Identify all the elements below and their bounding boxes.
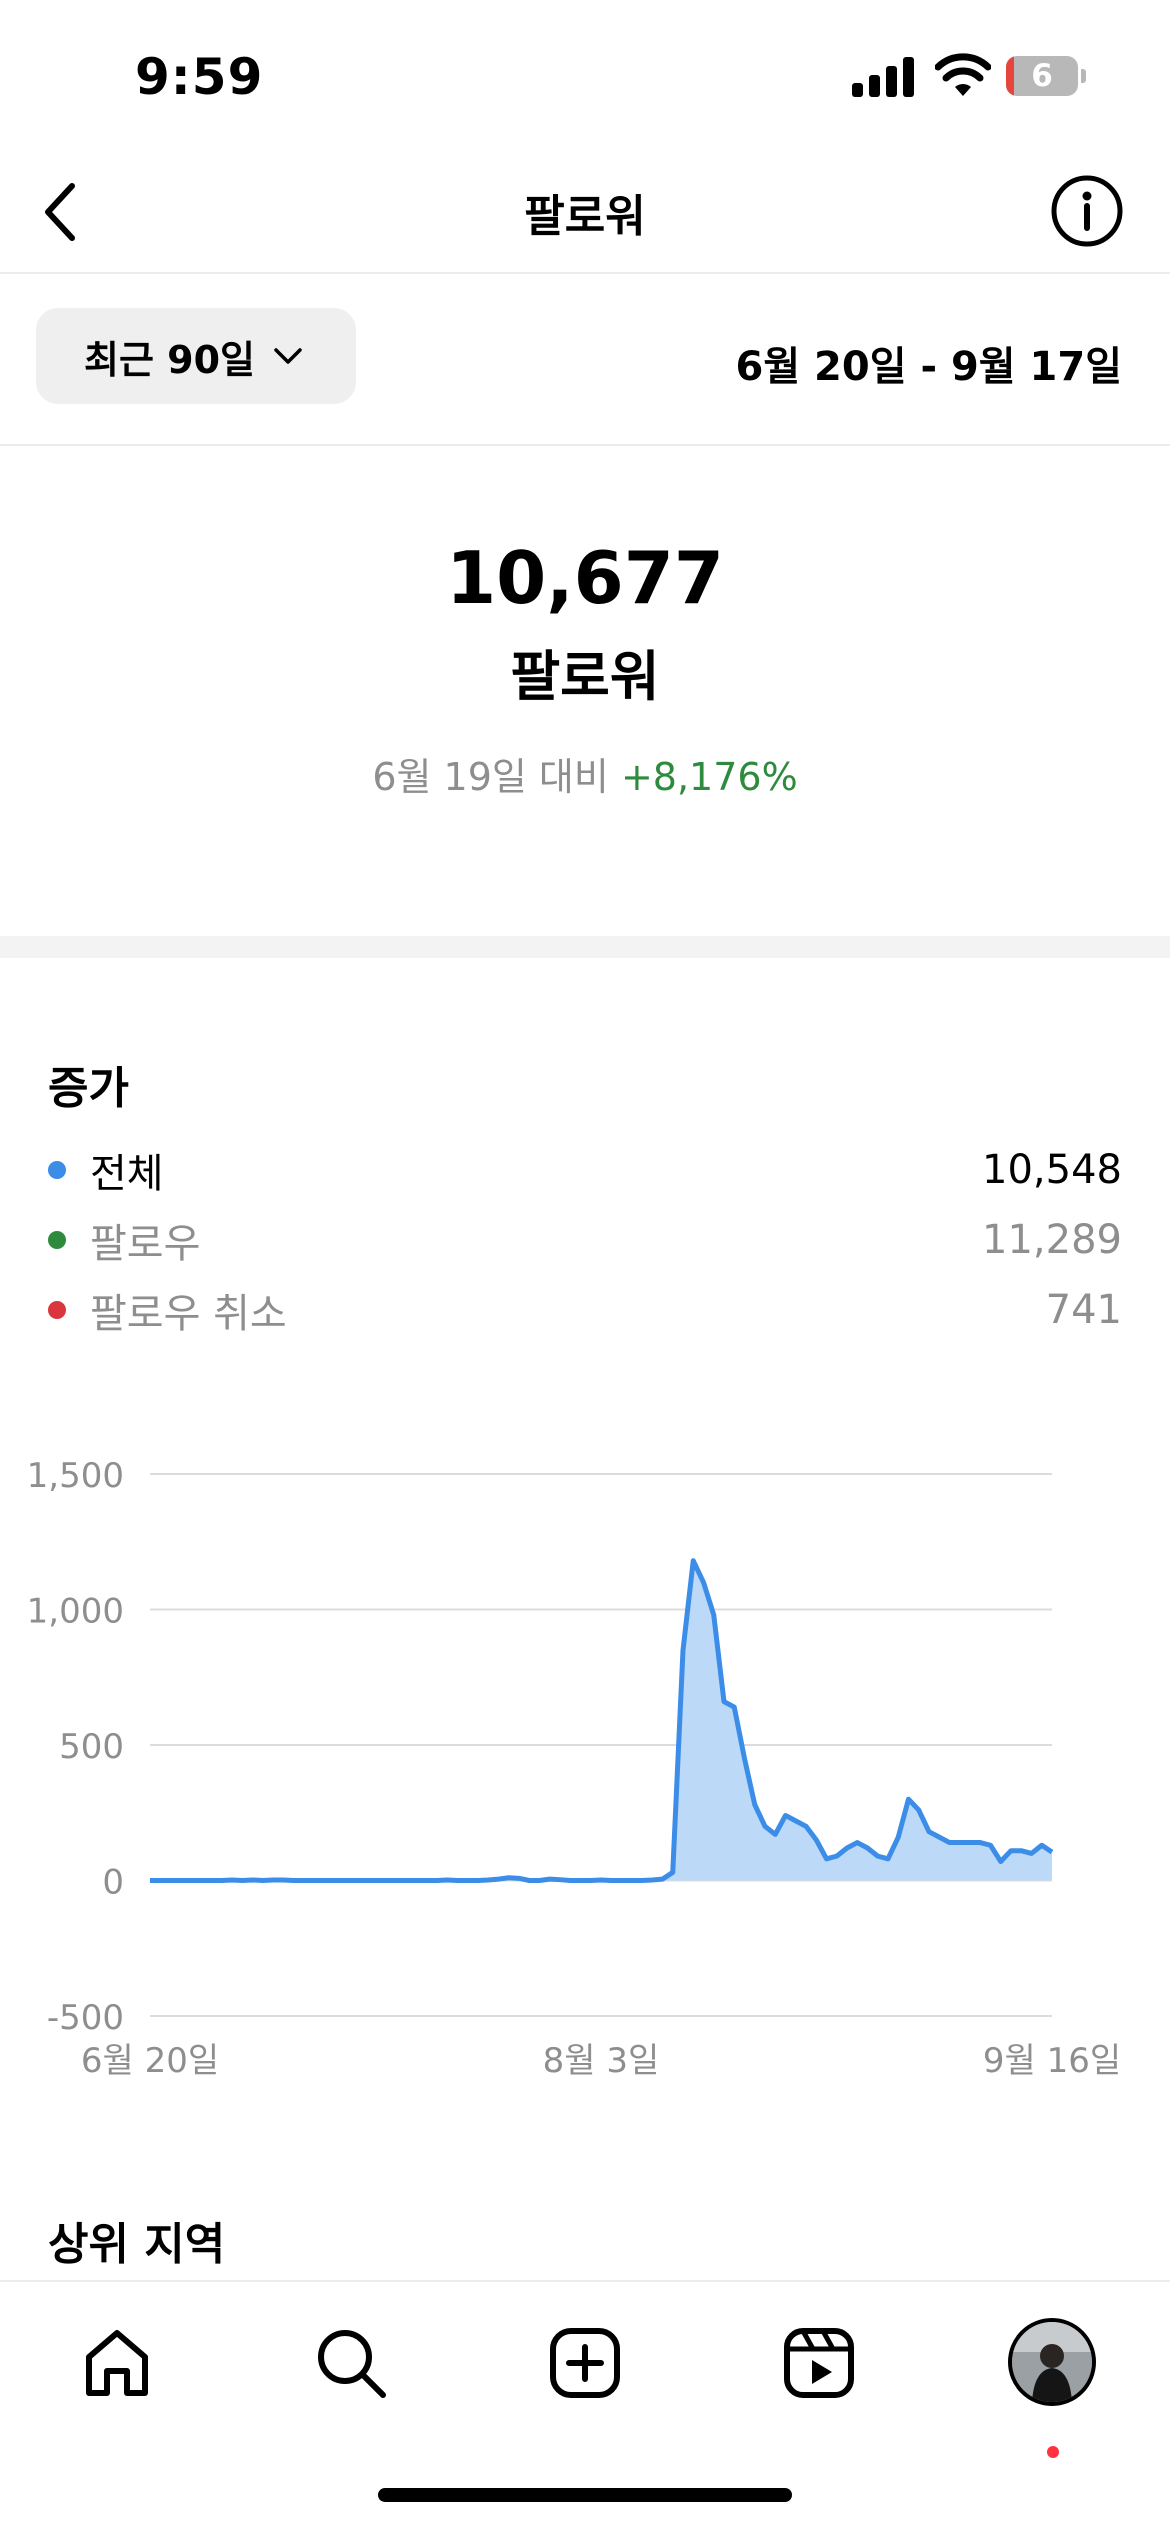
legend-row-follow: 팔로우 11,289 [48, 1210, 1122, 1270]
home-indicator [378, 2488, 792, 2502]
legend-dot-unfollow [48, 1301, 66, 1319]
legend-value-follow: 11,289 [982, 1217, 1122, 1263]
battery-icon: 6 [1006, 56, 1086, 96]
legend-row-unfollow: 팔로우 취소 741 [48, 1280, 1122, 1340]
battery-level: 6 [1031, 58, 1053, 94]
legend-label-unfollow: 팔로우 취소 [90, 1291, 287, 1337]
legend-label-follow: 팔로우 [90, 1221, 201, 1267]
tab-profile-avatar[interactable] [1008, 2318, 1096, 2406]
home-icon [86, 2330, 148, 2396]
info-icon[interactable] [1048, 172, 1126, 250]
compare-change: +8,176% [620, 755, 798, 799]
x-tick-label: 6월 20일 [81, 2041, 219, 2081]
growth-title: 증가 [48, 1063, 129, 1114]
page-title: 팔로워 [524, 191, 646, 242]
tab-create[interactable] [540, 2318, 630, 2408]
legend-dot-total [48, 1161, 66, 1179]
tab-search[interactable] [306, 2318, 396, 2408]
legend-value-unfollow: 741 [1045, 1287, 1122, 1333]
y-tick-label: 1,000 [27, 1592, 124, 1632]
profile-notification-dot [1047, 2446, 1059, 2458]
tab-reels[interactable] [774, 2318, 864, 2408]
cellular-signal-icon [852, 57, 914, 97]
search-icon [318, 2330, 386, 2398]
follower-compare: 6월 19일 대비 +8,176% [0, 746, 1170, 801]
follower-count-label: 팔로워 [510, 645, 660, 708]
top-regions-title: 상위 지역 [48, 2219, 226, 2270]
section-divider [0, 936, 1170, 958]
tab-home[interactable] [72, 2318, 162, 2408]
reels-icon [784, 2328, 854, 2398]
chevron-down-icon [274, 348, 302, 364]
legend-row-total: 전체 10,548 [48, 1140, 1122, 1200]
date-range-text: 6월 20일 - 9월 17일 [735, 344, 1123, 390]
y-tick-label: 500 [59, 1727, 124, 1767]
compare-prefix: 6월 19일 대비 [372, 755, 609, 799]
date-range-dropdown-label: 최근 90일 [84, 337, 255, 382]
follower-count: 10,677 [446, 536, 724, 620]
legend-label-total: 전체 [90, 1151, 164, 1197]
create-post-icon [550, 2328, 620, 2398]
header: 팔로워 [0, 150, 1170, 274]
x-tick-label: 9월 16일 [983, 2041, 1121, 2081]
legend-value-total: 10,548 [982, 1147, 1122, 1193]
profile-photo [1012, 2322, 1092, 2402]
y-tick-label: -500 [47, 1998, 124, 2038]
date-range-dropdown[interactable]: 최근 90일 [36, 308, 356, 404]
status-bar: 9:59 6 [0, 0, 1170, 150]
x-tick-label: 8월 3일 [543, 2041, 660, 2081]
y-tick-label: 1,500 [27, 1456, 124, 1496]
status-time: 9:59 [135, 48, 264, 106]
growth-chart: 1,500 1,000 500 0 -5006월 20일 8월 3일 9월 16일 [27, 1456, 1121, 2081]
range-row: 최근 90일 6월 20일 - 9월 17일 [0, 274, 1170, 446]
wifi-icon [935, 53, 991, 96]
legend-dot-follow [48, 1231, 66, 1249]
y-tick-label: 0 [102, 1863, 124, 1903]
follower-summary: 10,677 팔로워 6월 19일 대비 +8,176% [0, 446, 1170, 936]
